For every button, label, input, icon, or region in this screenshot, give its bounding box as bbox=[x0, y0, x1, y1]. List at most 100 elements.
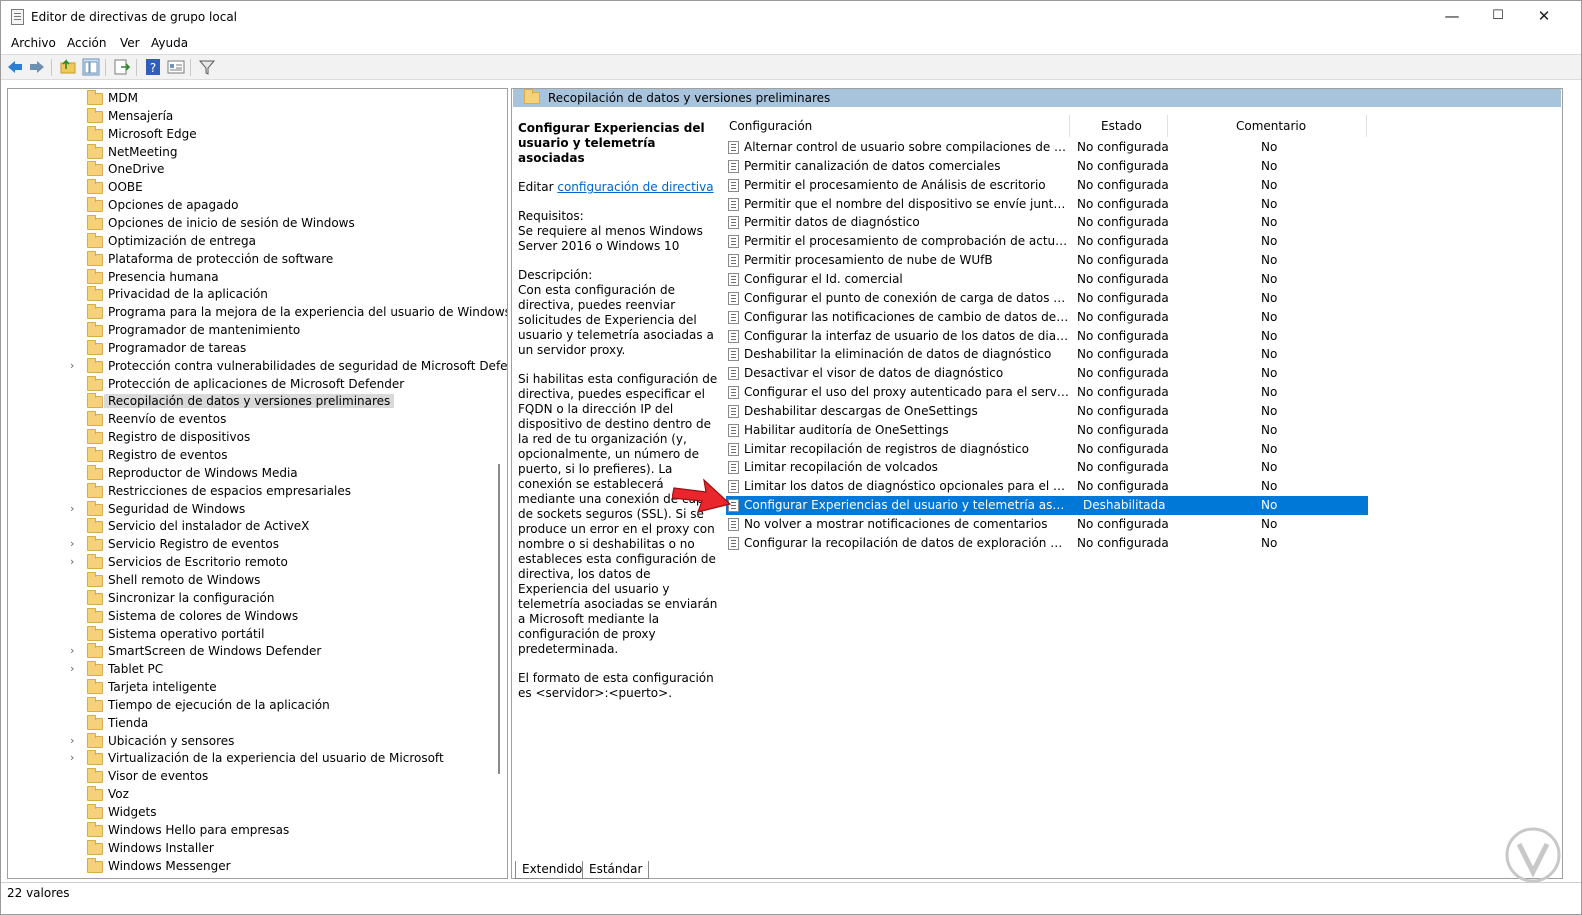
tree-item[interactable]: Tarjeta inteligente bbox=[8, 679, 488, 697]
policy-row[interactable]: Configurar el uso del proxy autenticado … bbox=[726, 383, 1368, 402]
column-separator[interactable] bbox=[1167, 115, 1168, 137]
tree-item[interactable]: › SmartScreen de Windows Defender bbox=[8, 643, 488, 661]
chevron-right-icon[interactable]: › bbox=[70, 502, 74, 515]
menu-ver[interactable]: Ver bbox=[120, 36, 140, 50]
close-button[interactable]: ✕ bbox=[1521, 1, 1567, 33]
chevron-right-icon[interactable]: › bbox=[70, 359, 74, 372]
tree-item[interactable]: Reenvío de eventos bbox=[8, 411, 488, 429]
tree-item[interactable]: › Servicios de Escritorio remoto bbox=[8, 554, 488, 572]
tree-item[interactable]: Opciones de apagado bbox=[8, 197, 488, 215]
minimize-button[interactable]: — bbox=[1429, 1, 1475, 33]
up-folder-icon[interactable] bbox=[59, 58, 77, 76]
tree-item[interactable]: › Virtualización de la experiencia del us… bbox=[8, 750, 488, 768]
tree-item[interactable]: Programador de mantenimiento bbox=[8, 322, 488, 340]
policy-row[interactable]: Deshabilitar la eliminación de datos de … bbox=[726, 345, 1368, 364]
chevron-right-icon[interactable]: › bbox=[70, 644, 74, 657]
tree-item[interactable]: › Seguridad de Windows bbox=[8, 500, 488, 519]
policy-row[interactable]: Permitir procesamiento de nube de WUfB No… bbox=[726, 251, 1368, 270]
menu-accion[interactable]: Acción bbox=[67, 36, 106, 50]
column-separator[interactable] bbox=[1069, 115, 1070, 137]
policy-row[interactable]: Permitir datos de diagnóstico No configur… bbox=[726, 213, 1368, 232]
policy-row[interactable]: Permitir el procesamiento de Análisis de… bbox=[726, 176, 1368, 195]
maximize-button[interactable]: ☐ bbox=[1475, 1, 1521, 33]
policy-row[interactable]: Permitir que el nombre del dispositivo s… bbox=[726, 195, 1368, 214]
tree-item[interactable]: Sistema de colores de Windows bbox=[8, 607, 488, 626]
tree-item[interactable]: Plataforma de protección de software bbox=[8, 250, 488, 269]
tree-item[interactable]: Widgets bbox=[8, 804, 488, 822]
tree-item[interactable]: Sincronizar la configuración bbox=[8, 589, 488, 608]
tree-item[interactable]: Opciones de inicio de sesión de Windows bbox=[8, 214, 488, 233]
policy-row[interactable]: Permitir canalización de datos comercial… bbox=[726, 157, 1368, 176]
policy-row[interactable]: Configurar la interfaz de usuario de los… bbox=[726, 327, 1368, 346]
tree-item[interactable]: Windows Installer bbox=[8, 839, 488, 858]
policy-row[interactable]: Limitar recopilación de volcados No confi… bbox=[726, 458, 1368, 477]
tree-item[interactable]: › Protección contra vulnerabilidades de s… bbox=[8, 357, 507, 376]
tree-item[interactable]: Restricciones de espacios empresariales bbox=[8, 482, 488, 501]
tree-item[interactable]: Privacidad de la aplicación bbox=[8, 286, 488, 304]
tree-item[interactable]: Voz bbox=[8, 786, 488, 804]
tree-item[interactable]: Sistema operativo portátil bbox=[8, 625, 488, 644]
tab-extendido[interactable]: Extendido bbox=[515, 861, 590, 879]
tree-item[interactable]: Registro de eventos bbox=[8, 447, 488, 465]
tree-item[interactable]: Windows Hello para empresas bbox=[8, 821, 488, 840]
policy-row[interactable]: Configurar el punto de conexión de carga… bbox=[726, 289, 1368, 308]
show-hide-tree-icon[interactable] bbox=[82, 58, 100, 76]
policy-row[interactable]: Configurar Experiencias del usuario y te… bbox=[726, 496, 1368, 516]
edit-policy-link[interactable]: configuración de directiva bbox=[557, 180, 713, 194]
tree-item[interactable]: NetMeeting bbox=[8, 143, 488, 162]
tree-item[interactable]: Windows Messenger bbox=[8, 857, 488, 876]
policy-row[interactable]: No volver a mostrar notificaciones de co… bbox=[726, 515, 1368, 534]
tree-item[interactable]: Programador de tareas bbox=[8, 339, 488, 358]
tree-item[interactable]: Presencia humana bbox=[8, 268, 488, 287]
tree-item[interactable]: Microsoft Edge bbox=[8, 125, 488, 144]
chevron-right-icon[interactable]: › bbox=[70, 734, 74, 747]
column-header-config[interactable]: Configuración bbox=[729, 119, 812, 133]
tree-item[interactable]: Recopilación de datos y versiones prelim… bbox=[8, 393, 488, 411]
policy-row[interactable]: Habilitar auditoría de OneSettings No con… bbox=[726, 421, 1368, 440]
help-icon[interactable]: ? bbox=[144, 58, 162, 76]
policy-row[interactable]: Desactivar el visor de datos de diagnóst… bbox=[726, 364, 1368, 383]
policy-row[interactable]: Deshabilitar descargas de OneSettings No … bbox=[726, 402, 1368, 421]
tree-item[interactable]: Visor de eventos bbox=[8, 768, 488, 786]
chevron-right-icon[interactable]: › bbox=[70, 662, 74, 675]
tree-item[interactable]: Reproductor de Windows Media bbox=[8, 464, 488, 483]
tree-item[interactable]: › Servicio Registro de eventos bbox=[8, 536, 488, 554]
column-separator[interactable] bbox=[1366, 115, 1367, 137]
forward-arrow-icon[interactable] bbox=[28, 58, 46, 76]
tree-item-label: Optimización de entrega bbox=[108, 233, 257, 248]
properties-icon[interactable] bbox=[167, 58, 185, 76]
tree-item[interactable]: Optimización de entrega bbox=[8, 232, 488, 251]
chevron-right-icon[interactable]: › bbox=[70, 537, 74, 550]
tree-item[interactable]: Registro de dispositivos bbox=[8, 429, 488, 447]
chevron-right-icon[interactable]: › bbox=[70, 751, 74, 764]
policy-row[interactable]: Configurar las notificaciones de cambio … bbox=[726, 308, 1368, 327]
column-header-state[interactable]: Estado bbox=[1101, 119, 1142, 133]
policy-row[interactable]: Permitir el procesamiento de comprobació… bbox=[726, 232, 1368, 251]
tree-item[interactable]: Programa para la mejora de la experienci… bbox=[8, 304, 507, 322]
tree-item[interactable]: Servicio del instalador de ActiveX bbox=[8, 518, 488, 536]
tree-scrollbar[interactable] bbox=[498, 464, 500, 774]
policy-row[interactable]: Limitar recopilación de registros de dia… bbox=[726, 440, 1368, 459]
menu-ayuda[interactable]: Ayuda bbox=[151, 36, 188, 50]
back-arrow-icon[interactable] bbox=[6, 58, 24, 76]
tree-item[interactable]: MDM bbox=[8, 90, 488, 108]
policy-row[interactable]: Alternar control de usuario sobre compil… bbox=[726, 138, 1368, 157]
chevron-right-icon[interactable]: › bbox=[70, 555, 74, 568]
tree-item[interactable]: Mensajería bbox=[8, 107, 488, 126]
tree-item[interactable]: Shell remoto de Windows bbox=[8, 571, 488, 590]
tree-item[interactable]: Tienda bbox=[8, 714, 488, 733]
policy-row[interactable]: Limitar los datos de diagnóstico opciona… bbox=[726, 477, 1368, 496]
policy-row[interactable]: Configurar la recopilación de datos de e… bbox=[726, 534, 1368, 553]
menu-archivo[interactable]: Archivo bbox=[11, 36, 56, 50]
policy-row[interactable]: Configurar el Id. comercial No configurad… bbox=[726, 270, 1368, 289]
export-list-icon[interactable] bbox=[113, 58, 131, 76]
filter-icon[interactable] bbox=[198, 58, 216, 76]
tree-item[interactable]: OneDrive bbox=[8, 161, 488, 179]
tree-item[interactable]: › Tablet PC bbox=[8, 661, 488, 679]
tree-item[interactable]: › Ubicación y sensores bbox=[8, 732, 488, 751]
tree-item[interactable]: OOBE bbox=[8, 179, 488, 197]
column-header-comment[interactable]: Comentario bbox=[1236, 119, 1306, 133]
tab-estandar[interactable]: Estándar bbox=[582, 861, 650, 879]
tree-item[interactable]: Tiempo de ejecución de la aplicación bbox=[8, 696, 488, 715]
tree-item[interactable]: Protección de aplicaciones de Microsoft … bbox=[8, 375, 488, 394]
